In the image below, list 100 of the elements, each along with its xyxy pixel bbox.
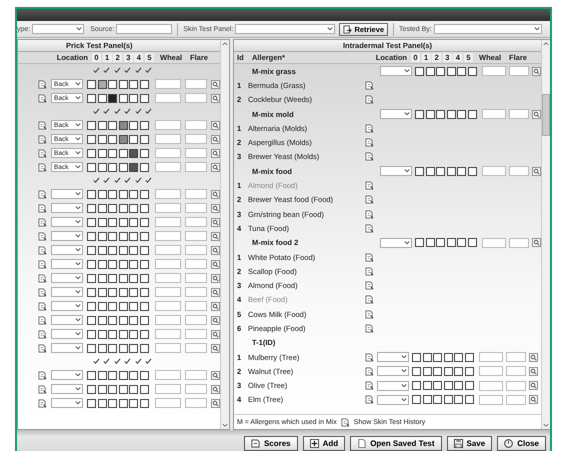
score-checkbox[interactable] [464,395,474,404]
history-icon[interactable] [365,366,374,376]
score-checkbox[interactable] [129,134,138,144]
score-checkbox[interactable] [98,398,107,408]
wheal-field[interactable] [482,66,506,76]
score-checkbox[interactable] [118,330,128,338]
score-checkbox[interactable] [87,134,96,144]
magnifier-icon[interactable] [211,384,220,394]
score-checkbox[interactable] [118,370,128,380]
score-checkbox[interactable] [108,302,118,310]
flare-field[interactable] [185,162,207,172]
score-checkbox[interactable] [118,190,128,198]
history-icon[interactable] [38,134,47,144]
wheal-field[interactable] [155,245,181,255]
score-checkbox[interactable] [108,190,118,198]
magnifier-icon[interactable] [211,288,220,296]
score-checkbox[interactable] [108,204,118,212]
score-checkbox[interactable] [98,274,107,282]
magnifier-icon[interactable] [529,381,538,390]
history-icon[interactable] [365,124,374,133]
history-icon[interactable] [365,195,374,204]
scrollbar[interactable] [541,40,550,429]
score-checkbox[interactable] [140,246,149,254]
score-checkbox[interactable] [436,110,446,119]
score-checkbox[interactable] [87,384,96,394]
scroll-down-icon[interactable] [543,423,549,428]
magnifier-icon[interactable] [211,316,220,324]
score-checkbox[interactable] [422,395,432,404]
score-checkbox[interactable] [412,395,421,404]
score-checkbox[interactable] [98,288,107,296]
score-checkbox[interactable] [98,344,107,352]
score-checkbox[interactable] [464,366,474,376]
history-icon[interactable] [38,398,47,408]
flare-field[interactable] [509,166,529,176]
flare-field[interactable] [185,217,207,227]
score-checkbox[interactable] [108,260,118,268]
score-checkbox[interactable] [433,381,442,390]
score-checkbox[interactable] [118,344,128,352]
score-checkbox[interactable] [129,94,138,102]
score-checkbox[interactable] [98,330,107,338]
score-checkbox[interactable] [140,232,149,240]
score-checkbox[interactable] [468,238,477,248]
magnifier-icon[interactable] [211,162,220,172]
history-icon[interactable] [38,302,47,310]
score-checkbox[interactable] [98,162,107,172]
score-checkbox[interactable] [87,344,96,352]
score-checkbox[interactable] [87,120,96,130]
score-checkbox[interactable] [436,166,446,176]
flare-field[interactable] [185,384,207,394]
score-checkbox[interactable] [129,398,138,408]
history-icon[interactable] [38,370,47,380]
flare-field[interactable] [509,66,529,76]
flare-field[interactable] [185,370,207,380]
score-checkbox[interactable] [129,148,138,158]
wheal-field[interactable] [155,93,181,103]
score-checkbox[interactable] [422,381,432,390]
history-icon[interactable] [38,260,47,268]
flare-field[interactable] [185,189,207,199]
score-checkbox[interactable] [436,66,446,76]
score-checkbox[interactable] [87,148,96,158]
score-checkbox[interactable] [108,94,118,102]
score-checkbox[interactable] [118,232,128,240]
wheal-field[interactable] [155,120,181,130]
history-icon[interactable] [38,246,47,254]
score-checkbox[interactable] [108,370,118,380]
score-checkbox[interactable] [457,66,466,76]
score-checkbox[interactable] [98,232,107,240]
wheal-field[interactable] [482,166,506,176]
score-checkbox[interactable] [98,80,107,88]
history-icon[interactable] [365,138,374,148]
score-checkbox[interactable] [87,204,96,212]
history-icon[interactable] [365,80,374,90]
history-icon[interactable] [38,232,47,240]
wheal-field[interactable] [479,366,503,376]
magnifier-icon[interactable] [211,218,220,226]
score-checkbox[interactable] [444,381,453,390]
score-checkbox[interactable] [108,218,118,226]
magnifier-icon[interactable] [529,366,538,376]
score-checkbox[interactable] [412,352,421,362]
magnifier-icon[interactable] [211,232,220,240]
score-checkbox[interactable] [98,316,107,324]
magnifier-icon[interactable] [211,274,220,282]
score-checkbox[interactable] [108,344,118,352]
score-checkbox[interactable] [87,94,96,102]
score-checkbox[interactable] [140,316,149,324]
source-field[interactable] [116,24,172,34]
magnifier-icon[interactable] [211,246,220,254]
score-checkbox[interactable] [87,330,96,338]
open-button[interactable]: Open Saved Test [350,436,442,451]
score-checkbox[interactable] [108,120,118,130]
add-button[interactable]: Add [302,436,346,451]
score-checkbox[interactable] [140,148,149,158]
score-checkbox[interactable] [118,162,128,172]
score-checkbox[interactable] [446,66,456,76]
score-checkbox[interactable] [98,246,107,254]
score-checkbox[interactable] [129,344,138,352]
magnifier-icon[interactable] [211,370,220,380]
score-checkbox[interactable] [454,366,464,376]
score-checkbox[interactable] [140,80,149,88]
wheal-field[interactable] [155,189,181,199]
